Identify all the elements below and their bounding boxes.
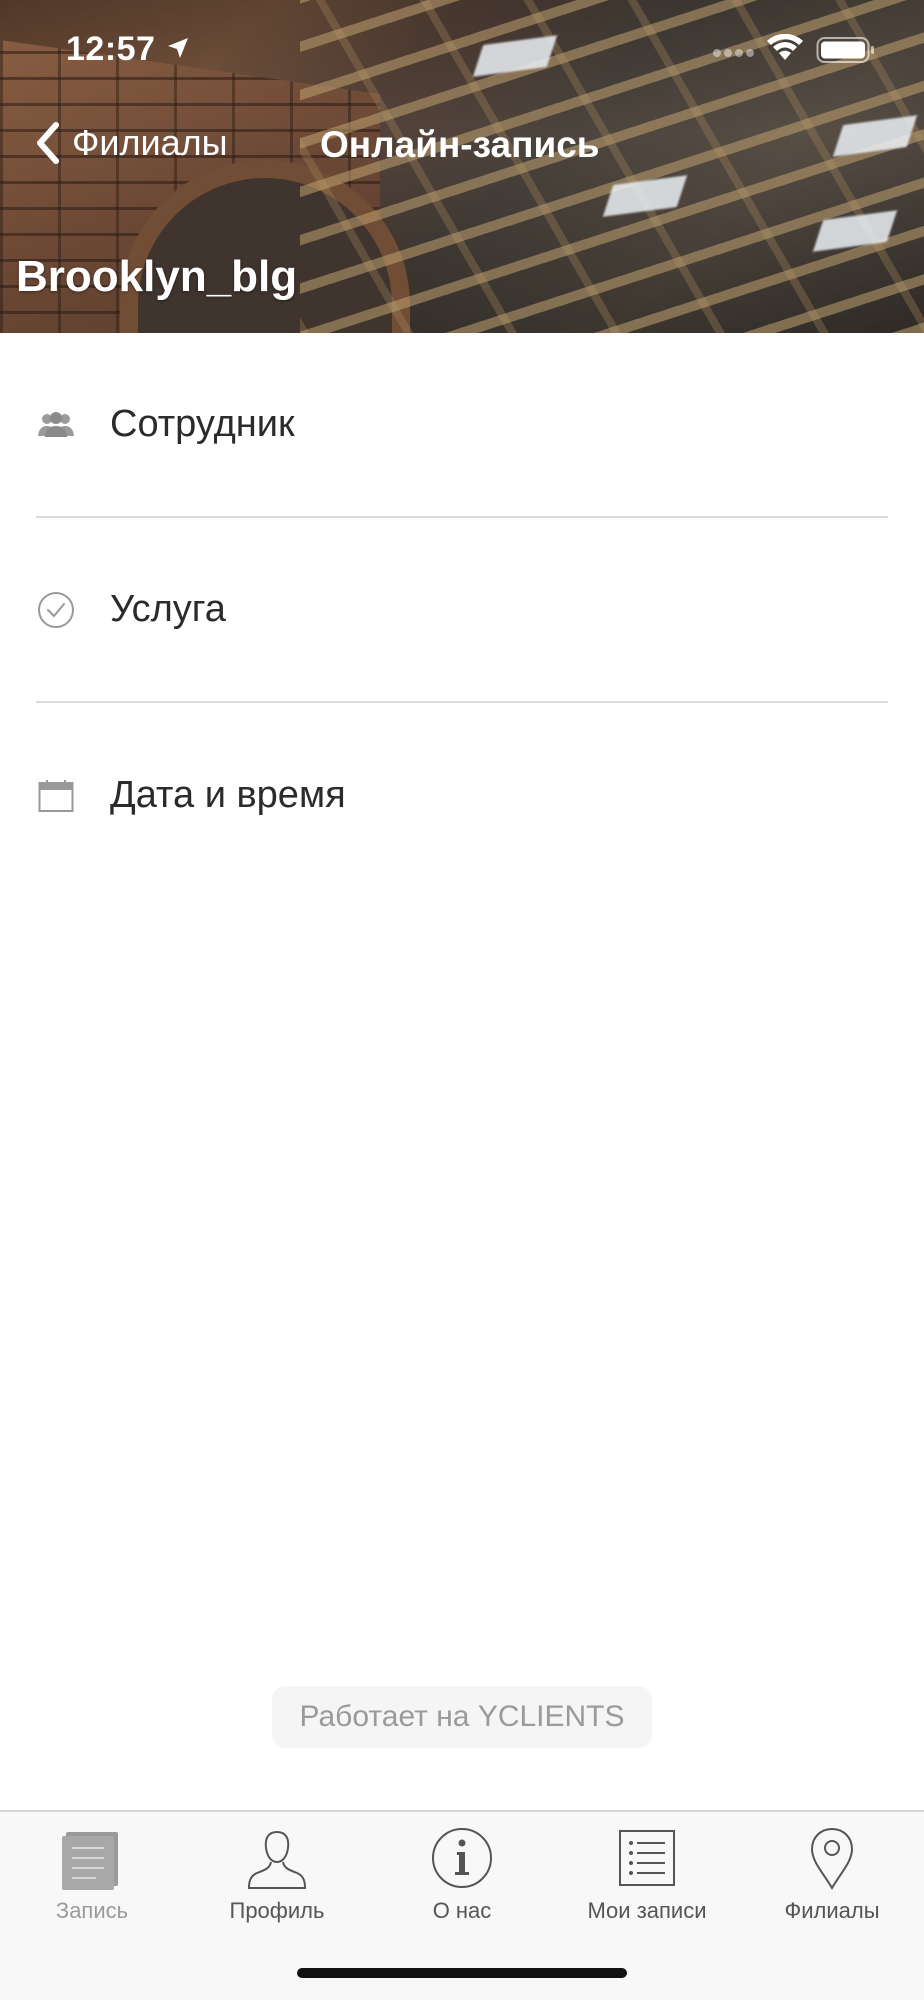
group-icon [36,405,76,445]
tab-branches[interactable]: Филиалы [740,1812,924,1932]
wifi-icon [767,34,803,60]
status-bar: 12:57 [0,0,924,100]
menu-item-label: Сотрудник [110,403,295,445]
status-time: 12:57 [66,30,156,68]
battery-icon [816,37,874,63]
tab-label: Мои записи [587,1898,707,1923]
notepad-icon [62,1832,118,1890]
home-indicator[interactable] [297,1968,627,1978]
info-icon [432,1828,492,1888]
tab-label: Запись [55,1898,129,1923]
booking-menu: Сотрудник Услуга Дата и время [0,333,924,888]
page-title: Онлайн-запись [320,124,600,165]
chevron-left-icon [37,122,59,164]
check-circle-icon [36,590,76,630]
tab-booking[interactable]: Запись [0,1812,184,1932]
back-button[interactable]: Филиалы [34,118,228,168]
tab-profile[interactable]: Профиль [185,1812,369,1932]
menu-item-employee[interactable]: Сотрудник [36,333,888,518]
tab-label: О нас [432,1898,492,1923]
map-pin-icon [810,1827,854,1890]
menu-item-service[interactable]: Услуга [36,518,888,703]
powered-by-badge[interactable]: Работает на YCLIENTS [272,1686,652,1748]
menu-item-label: Услуга [110,588,226,630]
back-button-label: Филиалы [72,122,228,163]
header-banner: 12:57 Филиалы Онлайн-запись Brooklyn_blg [0,0,924,333]
tab-my-bookings[interactable]: Мои записи [555,1812,739,1932]
location-arrow-icon [168,38,188,58]
tab-about[interactable]: О нас [370,1812,554,1932]
tab-label: Профиль [229,1898,325,1923]
calendar-icon [36,776,76,816]
branch-name: Brooklyn_blg [16,252,298,301]
tab-label: Филиалы [784,1898,880,1923]
menu-item-label: Дата и время [110,774,346,816]
list-icon [619,1830,675,1886]
profile-icon [247,1830,307,1889]
menu-item-datetime[interactable]: Дата и время [36,703,888,888]
signal-dots-icon [713,49,754,57]
